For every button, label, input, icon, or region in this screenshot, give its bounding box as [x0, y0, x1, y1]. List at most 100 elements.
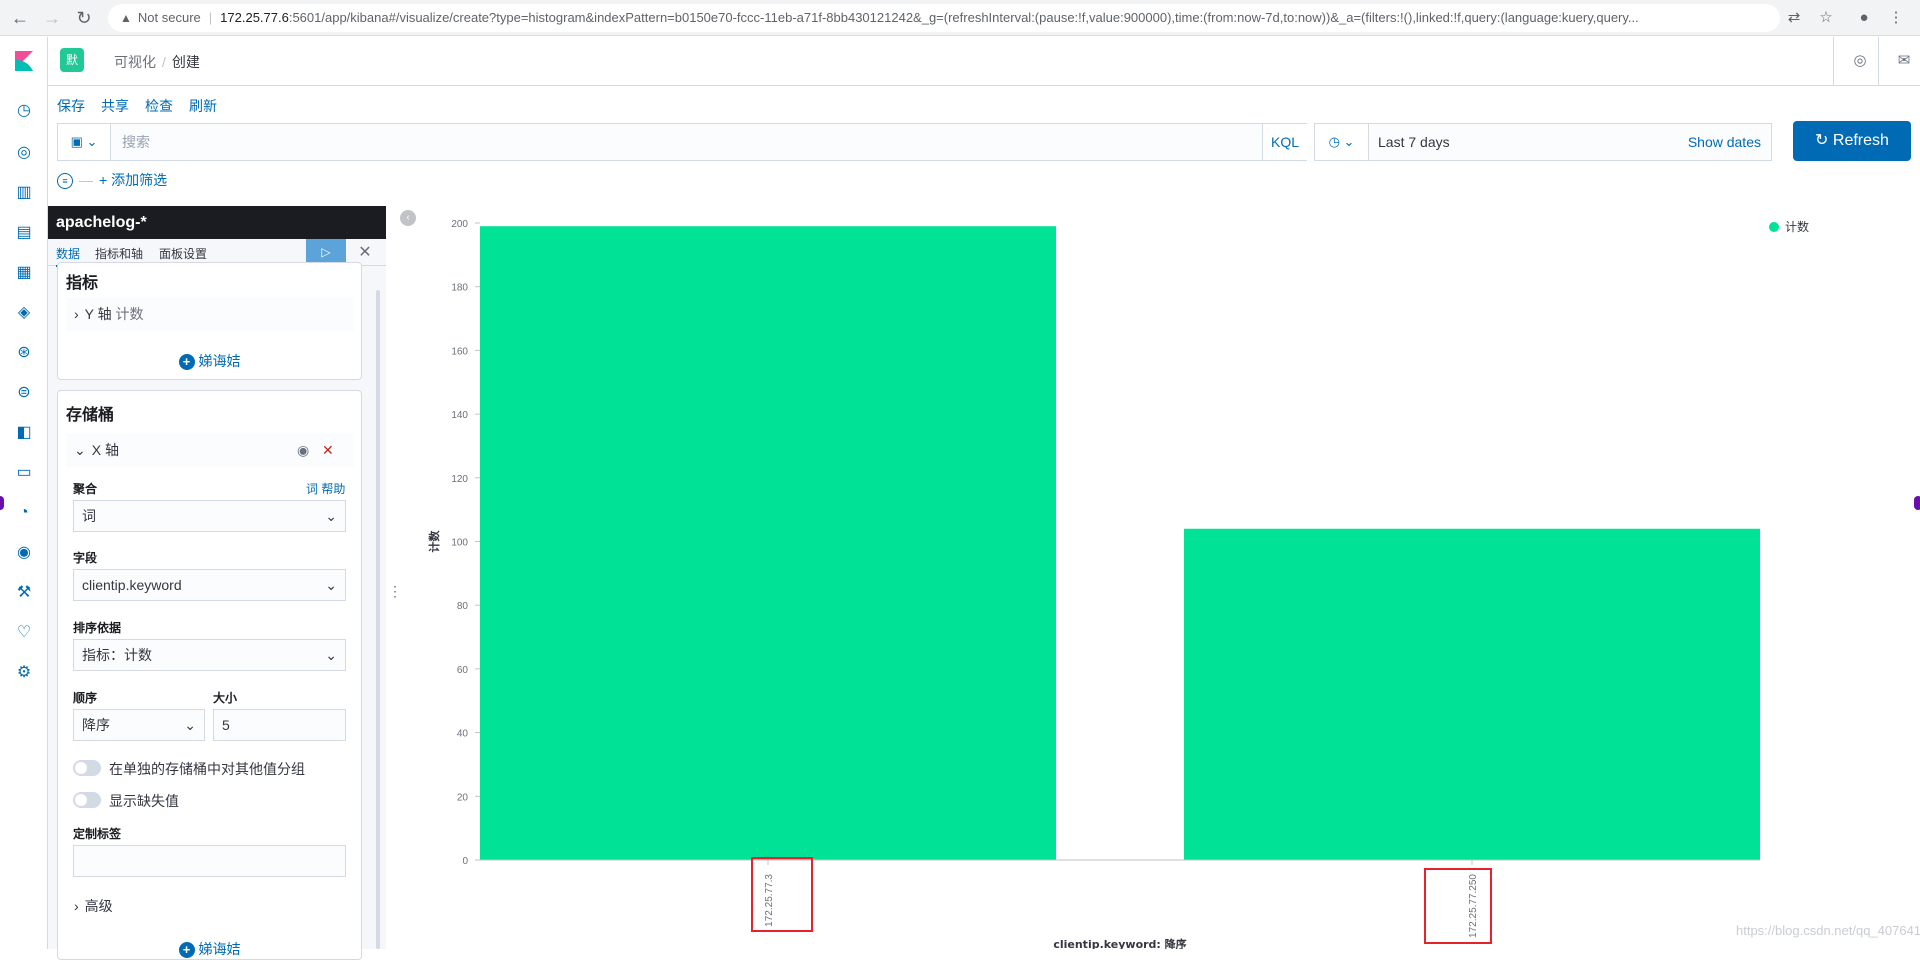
remove-x-icon[interactable]: ✕ [322, 433, 334, 467]
kibana-logo-icon[interactable] [12, 49, 36, 73]
logs-icon[interactable]: ◧ [12, 421, 36, 445]
collapse-sidebar-icon[interactable]: ‹ [400, 210, 416, 226]
size-label: 大小 [213, 691, 238, 705]
add-metric-button[interactable]: + 娣诲姞 [58, 351, 361, 371]
metrics-title: 指标 [66, 275, 99, 292]
infrastructure-icon[interactable]: ⊜ [12, 381, 36, 405]
y-axis-accordion[interactable]: › Y 轴 计数 [66, 297, 354, 331]
add-filter-link[interactable]: + 添加筛选 [99, 172, 167, 188]
aggregation-select[interactable]: 词 ⌄ [73, 500, 346, 532]
custom-label-label: 定制标签 [73, 827, 122, 841]
menu-kebab-icon[interactable]: ⋮ [1884, 6, 1908, 30]
y-axis-label: 计数 [427, 530, 441, 553]
bookmark-star-icon[interactable]: ☆ [1814, 6, 1838, 30]
reload-icon[interactable]: ↻ [72, 6, 96, 30]
size-input[interactable] [213, 709, 346, 741]
index-pattern-title: apachelog-* [48, 206, 386, 239]
header-divider [1833, 37, 1834, 85]
kibana-left-nav: ◷ ◎ ▥ ▤ ▦ ◈ ⊛ ⊜ ◧ ▭ ◔ ◉ ⚒ ♡ ⚙ [0, 37, 48, 949]
help-icon[interactable]: ◎ [1848, 49, 1872, 73]
resize-handle-icon[interactable]: ⋮ [388, 583, 402, 600]
discover-compass-icon[interactable]: ◎ [12, 141, 36, 165]
refresh-menu-item[interactable]: 刷新 [189, 98, 217, 114]
saved-query-button[interactable]: ▣ ⌄ [58, 124, 111, 160]
eye-icon[interactable]: ◉ [297, 433, 309, 467]
aggregation-value: 词 [82, 508, 96, 524]
order-by-select[interactable]: 指标：计数 ⌄ [73, 639, 346, 671]
calendar-clock-icon: ◷ [1328, 134, 1340, 149]
inspect-menu-item[interactable]: 检查 [145, 98, 173, 114]
field-select[interactable]: clientip.keyword ⌄ [73, 569, 346, 601]
watermark: https://blog.csdn.net/qq_40764171 [1736, 923, 1920, 938]
highlight-box [1424, 868, 1492, 944]
quick-date-button[interactable]: ◷ ⌄ [1315, 124, 1369, 160]
warning-icon: ▲ [120, 11, 132, 25]
address-bar[interactable]: ▲ Not secure | 172.25.77.6:5601/app/kibana#… [108, 4, 1780, 32]
bar [1184, 528, 1760, 860]
add-metric-label: 娣诲姞 [198, 353, 241, 369]
x-axis-accordion[interactable]: ⌄ X 轴 ◉ ✕ [66, 433, 354, 467]
url-path: :5601/app/kibana#/visualize/create?type=… [288, 10, 1639, 25]
apm-icon[interactable]: ▭ [12, 461, 36, 485]
canvas-icon[interactable]: ▦ [12, 261, 36, 285]
recent-clock-icon[interactable]: ◷ [12, 99, 36, 123]
add-bucket-button[interactable]: + 娣诲姞 [58, 939, 361, 959]
chart-area: 0 20 40 60 80 100 120 140 160 180 200 计数 172.25.77.3… [420, 206, 1920, 949]
edge-marker [1914, 496, 1920, 510]
refresh-icon: ↻ [1815, 132, 1829, 149]
plus-circle-icon: + [178, 942, 195, 958]
tab-panel-settings[interactable]: 面板设置 [159, 245, 207, 262]
translate-icon[interactable]: ⇄ [1782, 6, 1806, 30]
siem-icon[interactable]: ◉ [12, 541, 36, 565]
ml-icon[interactable]: ⊛ [12, 341, 36, 365]
dev-tools-icon[interactable]: ⚒ [12, 581, 36, 605]
tab-metrics-axes[interactable]: 指标和轴 [95, 245, 143, 262]
order-label: 顺序 [73, 691, 98, 705]
space-avatar[interactable]: 默 [60, 48, 84, 72]
mail-icon[interactable]: ✉ [1892, 49, 1916, 73]
custom-label-input[interactable] [73, 845, 346, 877]
order-value: 降序 [82, 717, 110, 733]
group-other-toggle[interactable] [73, 760, 101, 776]
edge-marker [0, 496, 4, 510]
browser-toolbar: ← → ↻ ▲ Not secure | 172.25.77.6:5601/app/k… [0, 0, 1920, 36]
save-disk-icon: ▣ [70, 134, 83, 149]
y-axis-label: Y 轴 [84, 306, 112, 322]
back-icon[interactable]: ← [8, 6, 32, 30]
dashboard-icon[interactable]: ▤ [12, 221, 36, 245]
kql-toggle-button[interactable]: KQL [1262, 124, 1307, 160]
save-menu-item[interactable]: 保存 [57, 98, 85, 114]
y-axis-agg: 计数 [115, 306, 144, 322]
chevron-down-icon: ⌄ [74, 442, 86, 458]
uptime-icon[interactable]: ◔ [12, 501, 36, 525]
filter-bar: ≡ — + 添加筛选 [57, 170, 167, 190]
chevron-down-icon: ⌄ [86, 134, 98, 149]
url-host: 172.25.77.6 [220, 10, 289, 25]
maps-icon[interactable]: ◈ [12, 301, 36, 325]
show-dates-link[interactable]: Show dates [1688, 124, 1761, 160]
visualize-icon[interactable]: ▥ [12, 181, 36, 205]
aggregation-help-link[interactable]: 词 帮助 [306, 480, 345, 497]
breadcrumb-visualize[interactable]: 可视化 [114, 54, 156, 70]
date-range-label[interactable]: Last 7 days [1378, 124, 1450, 160]
x-axis-label: X 轴 [91, 442, 119, 458]
sidebar-scrollbar[interactable] [376, 290, 380, 949]
show-missing-label: 显示缺失值 [109, 793, 179, 809]
monitoring-heart-icon[interactable]: ♡ [12, 621, 36, 645]
metrics-panel: 指标 › Y 轴 计数 + 娣诲姞 [57, 262, 362, 380]
management-gear-icon[interactable]: ⚙ [12, 661, 36, 685]
chevron-right-icon: › [74, 898, 79, 914]
legend-label: 计数 [1785, 220, 1810, 234]
filter-options-icon[interactable]: ≡ [57, 173, 73, 190]
forward-icon[interactable]: → [40, 6, 64, 30]
profile-icon[interactable]: ● [1852, 6, 1876, 30]
share-menu-item[interactable]: 共享 [101, 98, 129, 114]
query-bar: ▣ ⌄ KQL [57, 123, 1307, 161]
refresh-button[interactable]: ↻ Refresh [1793, 121, 1911, 161]
order-select[interactable]: 降序 ⌄ [73, 709, 205, 741]
search-input[interactable] [122, 124, 1222, 160]
advanced-accordion[interactable]: › 高级 [66, 889, 354, 923]
chart-legend[interactable]: 计数 [1769, 218, 1809, 235]
x-axis-label: clientip.keyword: 降序 [1053, 937, 1186, 949]
show-missing-toggle[interactable] [73, 792, 101, 808]
